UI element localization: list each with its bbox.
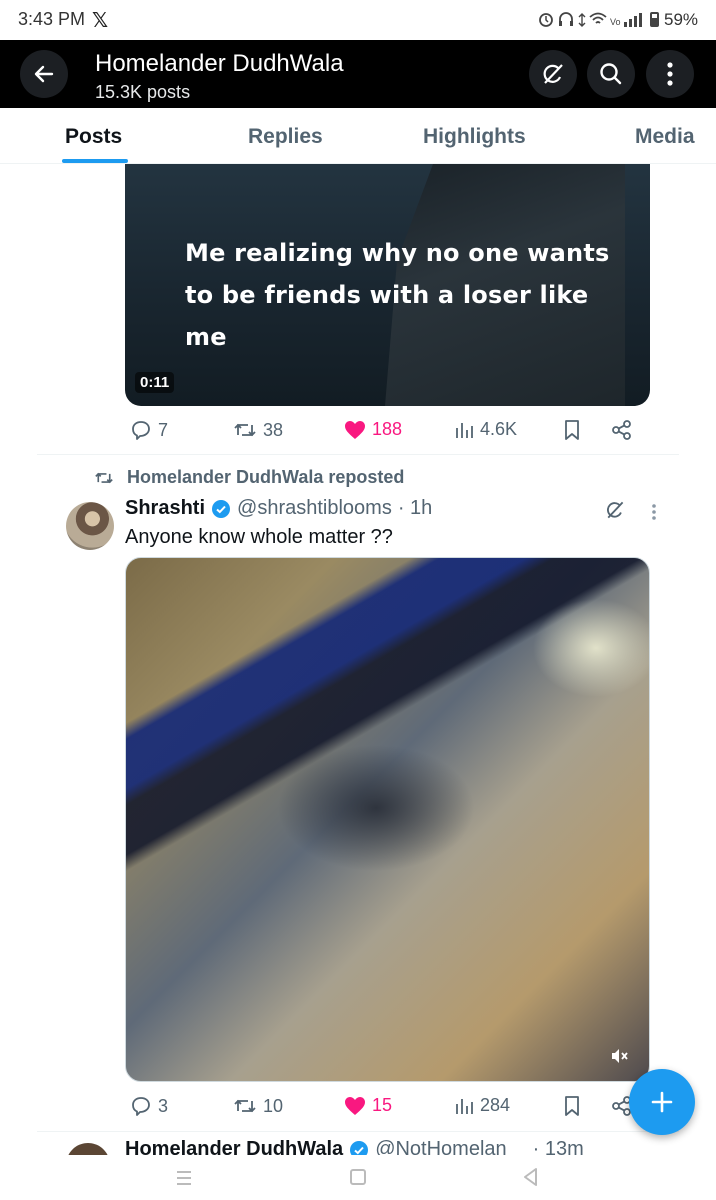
reply-button[interactable]: 3 — [130, 1095, 168, 1117]
like-button[interactable]: 188 — [344, 419, 402, 440]
grok-icon — [607, 501, 624, 519]
post-actions: 3 10 15 284 — [125, 1095, 645, 1125]
more-vertical-icon — [667, 62, 673, 86]
reply-count: 3 — [158, 1095, 169, 1116]
heart-icon — [345, 420, 365, 439]
views-icon — [456, 422, 473, 438]
video-duration: 0:11 — [135, 372, 175, 393]
author-handle[interactable]: @NotHomelan — [375, 1138, 506, 1156]
active-tab-indicator — [62, 159, 128, 163]
like-count: 188 — [372, 419, 403, 439]
tab-media[interactable]: Media — [635, 125, 695, 149]
reply-button[interactable]: 7 — [130, 419, 168, 441]
system-status-icons: Vo — [539, 12, 642, 27]
verified-badge-icon — [212, 499, 231, 518]
views-icon — [456, 1098, 473, 1114]
grok-icon — [543, 64, 563, 84]
heart-icon — [345, 1096, 365, 1115]
post-time: · 13m — [532, 1138, 584, 1156]
share-icon — [612, 420, 631, 440]
search-icon — [600, 63, 622, 85]
views-button[interactable]: 4.6K — [454, 419, 517, 440]
post-actions: 7 38 188 4.6K — [125, 419, 645, 449]
repost-button[interactable]: 10 — [233, 1095, 283, 1117]
back-triangle-icon[interactable] — [522, 1167, 538, 1187]
repost-indicator[interactable]: Homelander DudhWala reposted — [93, 467, 404, 488]
more-options-button[interactable] — [646, 50, 694, 98]
back-button[interactable] — [20, 50, 68, 98]
x-logo-icon: 𝕏 — [92, 10, 109, 32]
search-button[interactable] — [587, 50, 635, 98]
post-video-media[interactable] — [125, 557, 650, 1082]
post-count: 15.3K posts — [95, 82, 191, 102]
tab-replies[interactable]: Replies — [248, 125, 323, 149]
views-count: 284 — [480, 1095, 511, 1115]
reply-icon — [132, 421, 150, 440]
profile-name: Homelander DudhWala — [95, 50, 344, 77]
bookmark-button[interactable] — [563, 419, 581, 441]
system-navigation-bar — [0, 1155, 716, 1200]
more-vertical-icon — [652, 504, 656, 520]
share-button[interactable] — [611, 419, 633, 441]
views-count: 4.6K — [480, 419, 518, 439]
verified-badge-icon — [350, 1141, 369, 1156]
tab-posts[interactable]: Posts — [65, 125, 122, 149]
avatar[interactable] — [66, 502, 114, 550]
status-bar: 3:43 PM 𝕏 Vo 59% — [0, 0, 716, 40]
repost-button[interactable]: 38 — [233, 419, 283, 441]
bookmark-icon — [565, 420, 579, 440]
repost-label: Homelander DudhWala reposted — [127, 467, 405, 487]
repost-count: 38 — [263, 419, 284, 440]
tab-highlights[interactable]: Highlights — [423, 125, 526, 149]
repost-icon — [234, 1099, 256, 1113]
status-time: 3:43 PM — [18, 9, 86, 29]
home-button-icon[interactable] — [350, 1169, 366, 1185]
grok-button[interactable] — [604, 499, 626, 526]
post-text: Anyone know whole matter ?? — [125, 526, 393, 548]
like-button[interactable]: 15 — [344, 1095, 392, 1116]
profile-header: Homelander DudhWala 15.3K posts — [0, 40, 716, 108]
author-handle[interactable]: @shrashtiblooms — [237, 497, 392, 520]
author-name[interactable]: Shrashti — [125, 497, 205, 520]
grok-button[interactable] — [529, 50, 577, 98]
post-header: Homelander DudhWala @NotHomelan · 13m — [125, 1136, 584, 1156]
profile-tabs: Posts Replies Highlights Media — [0, 108, 716, 164]
svg-text:Vo: Vo — [610, 17, 621, 27]
repost-icon — [95, 472, 113, 483]
repost-count: 10 — [263, 1095, 284, 1116]
bookmark-icon — [565, 1096, 579, 1116]
arrow-left-icon — [34, 65, 54, 83]
muted-speaker-icon — [612, 1049, 628, 1063]
post-divider — [37, 1131, 679, 1132]
mute-button[interactable] — [606, 1043, 632, 1069]
post-video-media[interactable]: Me realizing why no one wants to be frie… — [125, 164, 650, 406]
battery-icon — [650, 12, 659, 27]
post-more-button[interactable] — [647, 502, 661, 527]
video-caption: Me realizing why no one wants to be frie… — [185, 239, 610, 351]
battery-level: 59% — [664, 10, 699, 29]
reply-count: 7 — [158, 419, 169, 440]
post-divider — [37, 454, 679, 455]
plus-icon — [651, 1091, 673, 1113]
compose-button[interactable] — [629, 1069, 695, 1135]
post-header: Shrashti @shrashtiblooms · 1h — [125, 497, 432, 520]
post-time: · 1h — [397, 497, 433, 519]
repost-icon — [234, 423, 256, 437]
recent-apps-icon[interactable] — [175, 1169, 193, 1187]
author-name[interactable]: Homelander DudhWala — [125, 1138, 343, 1156]
reply-icon — [132, 1097, 150, 1116]
views-button[interactable]: 284 — [454, 1095, 510, 1116]
bookmark-button[interactable] — [563, 1095, 581, 1117]
like-count: 15 — [372, 1095, 393, 1115]
